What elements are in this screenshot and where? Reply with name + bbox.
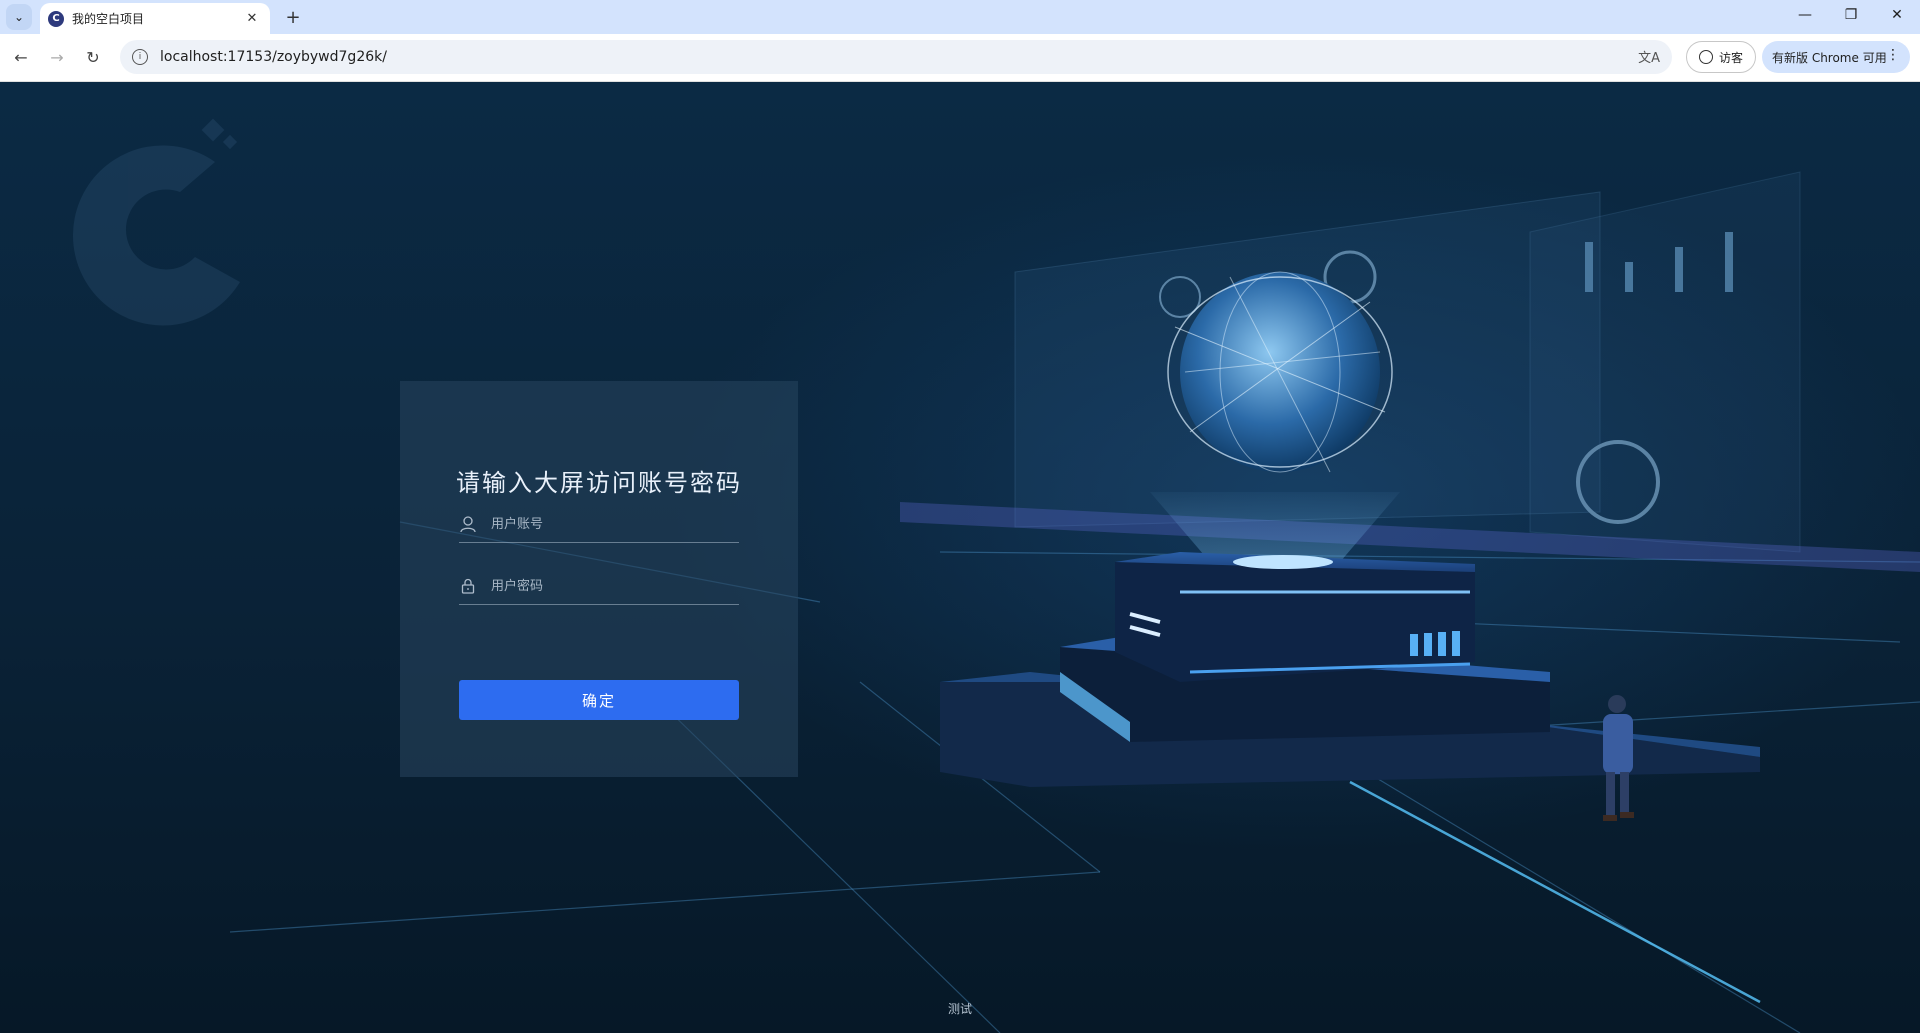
arrow-left-icon: ← — [14, 47, 28, 67]
more-vert-icon: ⋮ — [1886, 47, 1900, 63]
browser-tab-strip: ⌄ C 我的空白项目 ✕ + — ❐ ✕ — [0, 0, 1920, 34]
login-card: 请输入大屏访问账号密码 确定 — [400, 381, 798, 777]
logo-watermark — [72, 118, 240, 326]
back-button[interactable]: ← — [8, 44, 34, 70]
minimize-icon: — — [1798, 7, 1812, 23]
username-field[interactable] — [459, 506, 739, 543]
minimize-button[interactable]: — — [1782, 0, 1828, 30]
background-illustration — [72, 118, 1920, 1033]
browser-tab[interactable]: C 我的空白项目 ✕ — [40, 3, 270, 34]
tab-title: 我的空白项目 — [72, 12, 145, 26]
user-icon — [459, 515, 477, 533]
forward-button[interactable]: → — [44, 44, 70, 70]
chrome-update-button[interactable]: 有新版 Chrome 可用 ⋮ — [1762, 41, 1910, 73]
update-label: 有新版 Chrome 可用 — [1772, 50, 1887, 65]
password-field[interactable] — [459, 568, 739, 605]
password-input[interactable] — [489, 570, 739, 602]
restore-button[interactable]: ❐ — [1828, 0, 1874, 30]
chevron-down-icon: ⌄ — [13, 10, 25, 24]
reload-icon: ↻ — [86, 47, 100, 67]
url-text: localhost:17153/zoybywd7g26k/ — [160, 49, 387, 65]
arrow-right-icon: → — [50, 47, 64, 67]
translate-icon[interactable]: 文A — [1638, 47, 1660, 66]
profile-icon — [1698, 50, 1713, 64]
profile-label: 访客 — [1718, 50, 1743, 65]
person-figure — [1603, 695, 1634, 821]
lock-icon — [459, 577, 477, 595]
plus-icon: + — [285, 6, 301, 28]
browser-toolbar: ← → ↻ i localhost:17153/zoybywd7g26k/ 文A… — [0, 34, 1920, 82]
restore-icon: ❐ — [1844, 7, 1858, 23]
tab-search-button[interactable]: ⌄ — [6, 4, 32, 30]
close-icon[interactable]: ✕ — [242, 9, 262, 29]
footer-text: 测试 — [947, 1002, 972, 1016]
new-tab-button[interactable]: + — [282, 6, 304, 28]
login-page: 请输入大屏访问账号密码 确定 测试 — [0, 82, 1920, 1033]
server-pedestal — [940, 552, 1760, 787]
close-window-button[interactable]: ✕ — [1874, 0, 1920, 30]
site-info-icon[interactable]: i — [132, 49, 148, 65]
address-bar[interactable]: i localhost:17153/zoybywd7g26k/ 文A — [120, 40, 1672, 74]
favicon-icon: C — [48, 10, 64, 27]
profile-button[interactable]: 访客 — [1686, 41, 1756, 73]
username-input[interactable] — [489, 508, 739, 540]
close-window-icon: ✕ — [1891, 7, 1903, 23]
reload-button[interactable]: ↻ — [80, 44, 106, 70]
login-title: 请输入大屏访问账号密码 — [456, 469, 742, 497]
submit-button[interactable]: 确定 — [459, 680, 739, 720]
hologram-panels — [1014, 171, 1801, 553]
